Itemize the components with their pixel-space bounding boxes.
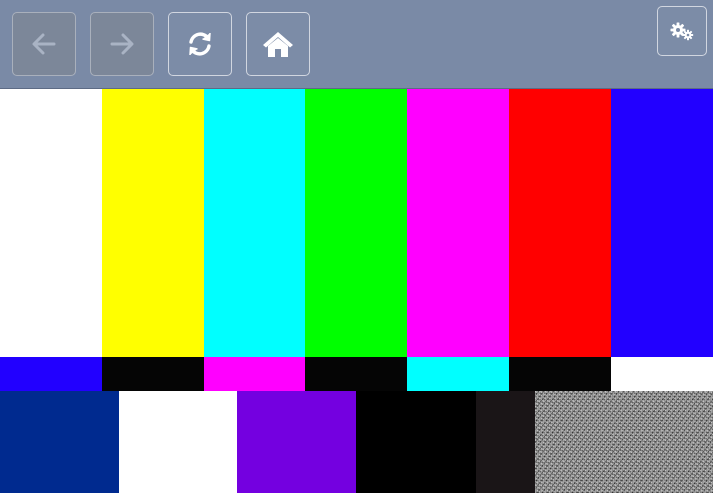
lower-bar-black — [356, 391, 476, 493]
forward-button[interactable] — [90, 12, 154, 76]
home-icon — [263, 32, 293, 57]
upper-bar-yellow — [102, 89, 204, 357]
middle-bar-black — [305, 357, 407, 391]
middle-bar-black — [509, 357, 611, 391]
upper-bar-green — [305, 89, 407, 357]
upper-bar-cyan — [204, 89, 305, 357]
lower-bar-purple — [237, 391, 356, 493]
back-button[interactable] — [12, 12, 76, 76]
lower-bar-white — [119, 391, 237, 493]
lower-bar-black-2 — [476, 391, 535, 493]
arrow-left-icon — [32, 33, 56, 55]
gears-icon — [670, 22, 694, 41]
navigation-toolbar — [0, 0, 713, 89]
upper-bar-white — [0, 89, 102, 357]
upper-bar-red — [509, 89, 611, 357]
middle-bar-magenta — [204, 357, 305, 391]
middle-bar-blue — [0, 357, 102, 391]
lower-static-noise — [535, 391, 713, 493]
home-button[interactable] — [246, 12, 310, 76]
middle-bar-white — [611, 357, 713, 391]
middle-bar-cyan — [407, 357, 509, 391]
lower-bar-navy — [0, 391, 119, 493]
arrow-right-icon — [110, 33, 134, 55]
upper-bar-magenta — [407, 89, 509, 357]
reload-button[interactable] — [168, 12, 232, 76]
middle-bar-black — [102, 357, 204, 391]
refresh-icon — [189, 32, 211, 56]
browser-window — [0, 0, 713, 493]
upper-bar-blue — [611, 89, 713, 357]
settings-button[interactable] — [657, 6, 707, 56]
test-pattern-display — [0, 89, 713, 493]
